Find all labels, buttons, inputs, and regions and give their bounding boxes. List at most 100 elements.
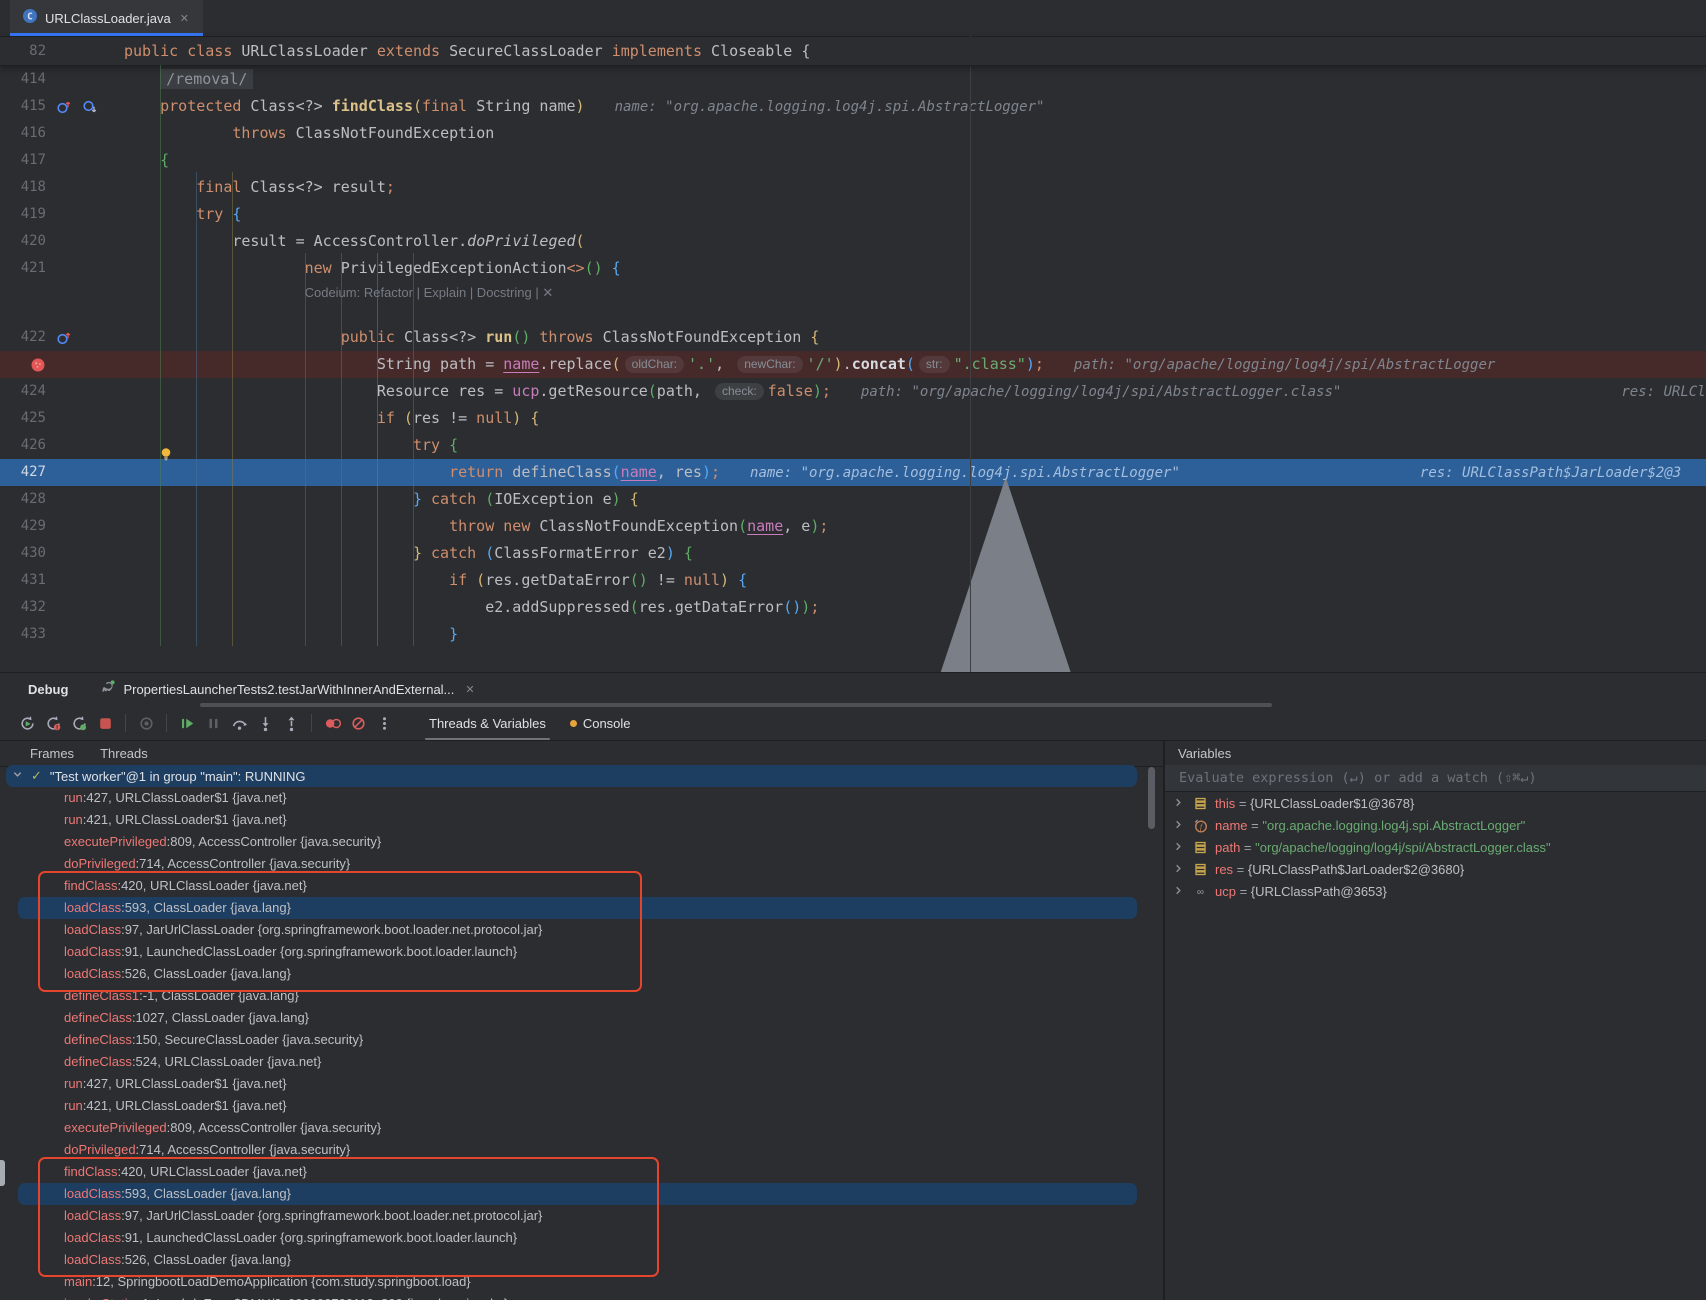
editor-tab-urlclassloader[interactable]: C URLClassLoader.java ✕: [10, 0, 203, 36]
override-up-icon[interactable]: [56, 330, 72, 346]
chevron-right-icon[interactable]: [1173, 884, 1184, 899]
code-area[interactable]: 414/removal/415protected Class<?> findCl…: [0, 66, 1706, 648]
code-line-423[interactable]: String path = name.replace(oldChar:'.', …: [0, 351, 1706, 378]
stack-frame-row[interactable]: run:427, URLClassLoader$1 {java.net}: [0, 1073, 1163, 1095]
subtab-frames[interactable]: Frames: [28, 741, 76, 766]
thread-row[interactable]: ✓ "Test worker"@1 in group "main": RUNNI…: [0, 765, 1163, 787]
restart-button[interactable]: [66, 711, 92, 735]
close-session-icon[interactable]: ✕: [465, 683, 474, 696]
step-into-button[interactable]: [252, 711, 278, 735]
stack-frame-row[interactable]: loadClass:97, JarUrlClassLoader {org.spr…: [0, 1205, 1163, 1227]
stack-frame-row[interactable]: doPrivileged:714, AccessController {java…: [0, 853, 1163, 875]
variable-row-name[interactable]: fname = "org.apache.logging.log4j.spi.Ab…: [1165, 814, 1706, 836]
gutter[interactable]: 422: [0, 324, 120, 351]
chevron-right-icon[interactable]: [1173, 840, 1184, 855]
gutter[interactable]: 420: [0, 228, 120, 255]
gutter[interactable]: 418: [0, 174, 120, 201]
chevron-down-icon[interactable]: [12, 767, 23, 785]
code-line-428[interactable]: 428} catch (IOException e) {: [0, 486, 1706, 513]
stack-frame-row[interactable]: defineClass:1027, ClassLoader {java.lang…: [0, 1007, 1163, 1029]
stack-frame-row[interactable]: executePrivileged:809, AccessController …: [0, 1117, 1163, 1139]
gutter[interactable]: 432: [0, 594, 120, 621]
gutter[interactable]: 415: [0, 93, 120, 120]
stack-frame-row[interactable]: loadClass:526, ClassLoader {java.lang}: [0, 963, 1163, 985]
gutter[interactable]: 416: [0, 120, 120, 147]
gutter[interactable]: 426: [0, 432, 120, 459]
view-breakpoints-button[interactable]: [319, 711, 345, 735]
gutter[interactable]: [0, 351, 120, 378]
step-out-button[interactable]: [278, 711, 304, 735]
ai-action-line[interactable]: [0, 302, 1706, 324]
codeium-actions[interactable]: Codeium: Refactor | Explain | Docstring …: [305, 285, 554, 300]
pause-button[interactable]: [200, 711, 226, 735]
stack-frame-row[interactable]: run:421, URLClassLoader$1 {java.net}: [0, 1095, 1163, 1117]
intention-bulb-icon[interactable]: [158, 444, 174, 460]
stack-frame-row[interactable]: doPrivileged:714, AccessController {java…: [0, 1139, 1163, 1161]
codeium-hint-line[interactable]: Codeium: Refactor | Explain | Docstring …: [0, 282, 1706, 302]
stack-frame-row[interactable]: run:421, URLClassLoader$1 {java.net}: [0, 809, 1163, 831]
snapshot-button[interactable]: [133, 711, 159, 735]
gutter[interactable]: 431: [0, 567, 120, 594]
code-line-427[interactable]: 427return defineClass(name, res);name: "…: [0, 459, 1706, 486]
stack-frame-row[interactable]: invokeStatic:-1, LambdaForm$DMU/0x000000…: [0, 1293, 1163, 1300]
gutter[interactable]: 433: [0, 621, 120, 648]
variable-row-res[interactable]: res = {URLClassPath$JarLoader$2@3680}: [1165, 858, 1706, 880]
code-line-432[interactable]: 432e2.addSuppressed(res.getDataError());: [0, 594, 1706, 621]
gutter[interactable]: 82: [0, 37, 120, 65]
override-up-icon[interactable]: [56, 99, 72, 115]
step-over-button[interactable]: [226, 711, 252, 735]
gutter[interactable]: 429: [0, 513, 120, 540]
variable-row-this[interactable]: this = {URLClassLoader$1@3678}: [1165, 792, 1706, 814]
stack-frame-row[interactable]: findClass:420, URLClassLoader {java.net}: [0, 1161, 1163, 1183]
code-line-421[interactable]: 421new PrivilegedExceptionAction<>() {: [0, 255, 1706, 282]
code-line-415[interactable]: 415protected Class<?> findClass(final St…: [0, 93, 1706, 120]
code-line-422[interactable]: 422public Class<?> run() throws ClassNot…: [0, 324, 1706, 351]
breakpoint-icon[interactable]: [30, 357, 46, 373]
stack-frame-row[interactable]: loadClass:593, ClassLoader {java.lang}: [18, 897, 1137, 919]
gutter[interactable]: 414: [0, 66, 120, 93]
code-line-431[interactable]: 431if (res.getDataError() != null) {: [0, 567, 1706, 594]
gutter[interactable]: 430: [0, 540, 120, 567]
chevron-right-icon[interactable]: [1173, 862, 1184, 877]
variable-row-path[interactable]: path = "org/apache/logging/log4j/spi/Abs…: [1165, 836, 1706, 858]
gutter[interactable]: 424: [0, 378, 120, 405]
override-down-icon[interactable]: [82, 99, 98, 115]
gutter[interactable]: 417: [0, 147, 120, 174]
stack-frame-row[interactable]: findClass:420, URLClassLoader {java.net}: [0, 875, 1163, 897]
tab-threads-variables[interactable]: Threads & Variables: [417, 706, 558, 740]
code-line-424[interactable]: 424Resource res = ucp.getResource(path, …: [0, 378, 1706, 405]
code-line-416[interactable]: 416throws ClassNotFoundException: [0, 120, 1706, 147]
chevron-right-icon[interactable]: [1173, 818, 1184, 833]
more-button[interactable]: [371, 711, 397, 735]
code-line-426[interactable]: 426try {: [0, 432, 1706, 459]
stack-frame-row[interactable]: defineClass1:-1, ClassLoader {java.lang}: [0, 985, 1163, 1007]
chevron-right-icon[interactable]: [1173, 796, 1184, 811]
stack-frame-row[interactable]: loadClass:91, LaunchedClassLoader {org.s…: [0, 941, 1163, 963]
stack-frame-row[interactable]: loadClass:593, ClassLoader {java.lang}: [18, 1183, 1137, 1205]
gutter[interactable]: [0, 302, 120, 324]
variable-row-ucp[interactable]: ∞ucp = {URLClassPath@3653}: [1165, 880, 1706, 902]
rerun-button[interactable]: [14, 711, 40, 735]
stack-frame-row[interactable]: loadClass:91, LaunchedClassLoader {org.s…: [0, 1227, 1163, 1249]
code-line-425[interactable]: 425if (res != null) {: [0, 405, 1706, 432]
evaluate-expression-input[interactable]: Evaluate expression (↵) or add a watch (…: [1165, 765, 1706, 792]
code-line-419[interactable]: 419try {: [0, 201, 1706, 228]
stack-frame-row[interactable]: loadClass:97, JarUrlClassLoader {org.spr…: [0, 919, 1163, 941]
code-line-414[interactable]: 414/removal/: [0, 66, 1706, 93]
gutter[interactable]: 425: [0, 405, 120, 432]
gutter[interactable]: [0, 282, 120, 302]
stack-frame-row[interactable]: defineClass:150, SecureClassLoader {java…: [0, 1029, 1163, 1051]
code-line-433[interactable]: 433}: [0, 621, 1706, 648]
resume-button[interactable]: [174, 711, 200, 735]
debug-session-tab[interactable]: PropertiesLauncherTests2.testJarWithInne…: [100, 679, 474, 700]
code-line-420[interactable]: 420result = AccessController.doPrivilege…: [0, 228, 1706, 255]
rerun-failed-button[interactable]: [40, 711, 66, 735]
stack-frame-row[interactable]: executePrivileged:809, AccessController …: [0, 831, 1163, 853]
code-line-418[interactable]: 418final Class<?> result;: [0, 174, 1706, 201]
mute-breakpoints-button[interactable]: [345, 711, 371, 735]
stack-frame-row[interactable]: run:427, URLClassLoader$1 {java.net}: [0, 787, 1163, 809]
code-line-429[interactable]: 429throw new ClassNotFoundException(name…: [0, 513, 1706, 540]
stop-button[interactable]: [92, 711, 118, 735]
close-tab-icon[interactable]: ✕: [180, 12, 189, 25]
gutter[interactable]: 427: [0, 459, 120, 486]
